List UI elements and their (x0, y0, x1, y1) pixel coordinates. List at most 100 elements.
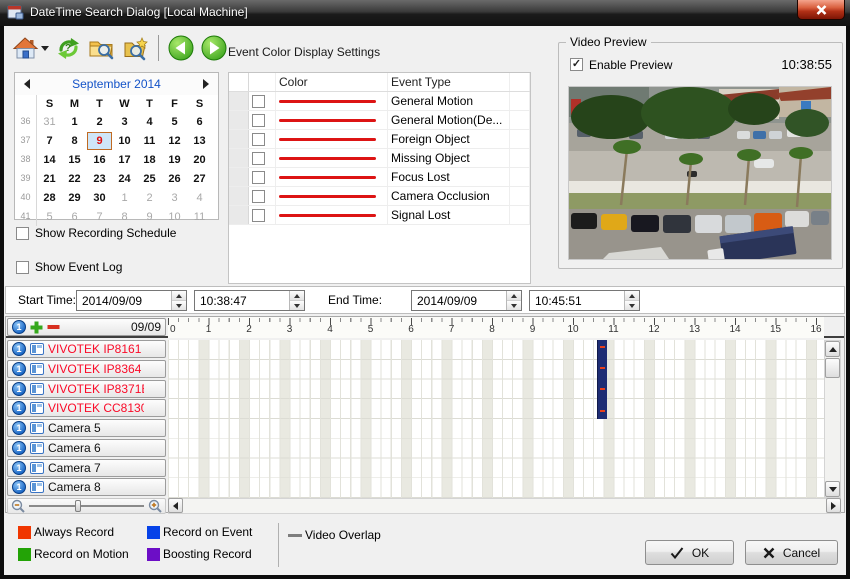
calendar-day[interactable]: 7 (87, 211, 112, 223)
zoom-out-icon[interactable] (11, 499, 25, 513)
calendar-day[interactable]: 18 (137, 154, 162, 166)
show-recording-schedule-checkbox[interactable] (16, 227, 29, 240)
zoom-in-icon[interactable] (148, 499, 162, 513)
calendar-day[interactable]: 1 (112, 192, 137, 204)
camera-row[interactable]: 1 VIVOTEK IP8364 (7, 360, 166, 378)
calendar-day[interactable]: 31 (37, 116, 62, 128)
calendar-day[interactable]: 8 (62, 135, 87, 147)
camera-row[interactable]: 1 Camera 6 (7, 439, 166, 457)
calendar-day[interactable]: 7 (37, 135, 62, 147)
zoom-slider-thumb[interactable] (75, 500, 81, 512)
calendar-next-month-icon[interactable] (203, 79, 209, 89)
scroll-up-button[interactable] (825, 341, 840, 357)
calendar-day[interactable]: 12 (162, 135, 187, 147)
spin-down-icon[interactable] (290, 301, 304, 310)
enable-preview-checkbox[interactable] (570, 58, 583, 71)
ok-button[interactable]: OK (645, 540, 734, 565)
camera-row[interactable]: 1 Camera 8 (7, 478, 166, 496)
calendar-day[interactable]: 1 (62, 116, 87, 128)
scroll-down-button[interactable] (825, 481, 840, 497)
close-button[interactable] (797, 0, 845, 20)
vertical-scroll-thumb[interactable] (825, 358, 840, 378)
calendar-day[interactable]: 22 (62, 173, 87, 185)
next-day-button[interactable] (201, 35, 227, 61)
spin-up-icon[interactable] (507, 291, 521, 301)
spin-down-icon[interactable] (507, 301, 521, 310)
calendar-day[interactable]: 11 (187, 211, 212, 223)
calendar-day[interactable]: 16 (87, 154, 112, 166)
calendar-day[interactable]: 15 (62, 154, 87, 166)
legend-record-on-motion: Record on Motion (18, 547, 129, 561)
cancel-button[interactable]: Cancel (745, 540, 838, 565)
camera-row[interactable]: 1 Camera 7 (7, 459, 166, 477)
spin-up-icon[interactable] (290, 291, 304, 301)
calendar-day[interactable]: 19 (162, 154, 187, 166)
reconnect-icon[interactable]: ? (56, 36, 81, 61)
spin-down-icon[interactable] (172, 301, 186, 310)
event-checkbox[interactable] (252, 209, 265, 222)
calendar-day[interactable]: 30 (87, 192, 112, 204)
calendar-day[interactable]: 24 (112, 173, 137, 185)
calendar-day[interactable]: 28 (37, 192, 62, 204)
horizontal-scrollbar[interactable] (168, 498, 841, 514)
add-icon[interactable] (30, 321, 43, 334)
event-checkbox[interactable] (252, 190, 265, 203)
calendar-day[interactable]: 5 (162, 116, 187, 128)
vertical-scrollbar[interactable] (824, 340, 841, 498)
calendar-day[interactable]: 29 (62, 192, 87, 204)
spin-down-icon[interactable] (625, 301, 639, 310)
event-checkbox[interactable] (252, 95, 265, 108)
calendar-day[interactable]: 2 (87, 116, 112, 128)
calendar-day[interactable]: 10 (112, 135, 137, 147)
show-event-log-checkbox[interactable] (16, 261, 29, 274)
calendar-prev-month-icon[interactable] (24, 79, 30, 89)
calendar-day[interactable]: 8 (112, 211, 137, 223)
start-time-field[interactable]: 10:38:47 (194, 290, 305, 311)
timeline-grid[interactable] (168, 340, 824, 498)
calendar-day[interactable]: 21 (37, 173, 62, 185)
calendar-day-selected[interactable]: 9 (87, 132, 112, 150)
event-checkbox[interactable] (252, 114, 265, 127)
camera-row[interactable]: 1 VIVOTEK IP8161 (7, 340, 166, 358)
event-checkbox[interactable] (252, 133, 265, 146)
event-search-folder-icon[interactable] (122, 36, 149, 61)
calendar-day[interactable]: 3 (112, 116, 137, 128)
camera-row[interactable]: 1 VIVOTEK CC8130 (7, 399, 166, 417)
scroll-left-button[interactable] (168, 498, 183, 513)
calendar-day[interactable]: 27 (187, 173, 212, 185)
spin-up-icon[interactable] (172, 291, 186, 301)
calendar-day[interactable]: 10 (162, 211, 187, 223)
calendar-day[interactable]: 25 (137, 173, 162, 185)
calendar-day[interactable]: 6 (187, 116, 212, 128)
end-date-field[interactable]: 2014/09/09 (411, 290, 522, 311)
camera-row[interactable]: 1 VIVOTEK IP8371E (7, 380, 166, 398)
calendar-day[interactable]: 20 (187, 154, 212, 166)
calendar-day[interactable]: 5 (37, 211, 62, 223)
calendar-day[interactable]: 6 (62, 211, 87, 223)
calendar-day[interactable]: 3 (162, 192, 187, 204)
zoom-slider[interactable] (29, 505, 144, 507)
calendar-day[interactable]: 26 (162, 173, 187, 185)
previous-day-button[interactable] (168, 35, 194, 61)
calendar-day[interactable]: 4 (187, 192, 212, 204)
event-checkbox[interactable] (252, 152, 265, 165)
end-time-field[interactable]: 10:45:51 (529, 290, 640, 311)
start-date-field[interactable]: 2014/09/09 (76, 290, 187, 311)
legend-always-record: Always Record (18, 525, 114, 539)
scroll-right-button[interactable] (826, 498, 841, 513)
spin-up-icon[interactable] (625, 291, 639, 301)
calendar-day[interactable]: 14 (37, 154, 62, 166)
calendar-day[interactable]: 13 (187, 135, 212, 147)
calendar-day[interactable]: 17 (112, 154, 137, 166)
timeline-ruler[interactable]: 0 1 2 3 4 5 6 7 8 9 10 11 12 13 14 15 16 (168, 317, 824, 338)
remove-icon[interactable] (47, 324, 60, 330)
search-folder-icon[interactable] (88, 36, 115, 61)
calendar-day[interactable]: 4 (137, 116, 162, 128)
event-checkbox[interactable] (252, 171, 265, 184)
camera-row[interactable]: 1 Camera 5 (7, 419, 166, 437)
calendar-day[interactable]: 23 (87, 173, 112, 185)
home-menu-button[interactable] (12, 36, 49, 61)
calendar-day[interactable]: 9 (137, 211, 162, 223)
calendar-day[interactable]: 11 (137, 135, 162, 147)
calendar-day[interactable]: 2 (137, 192, 162, 204)
